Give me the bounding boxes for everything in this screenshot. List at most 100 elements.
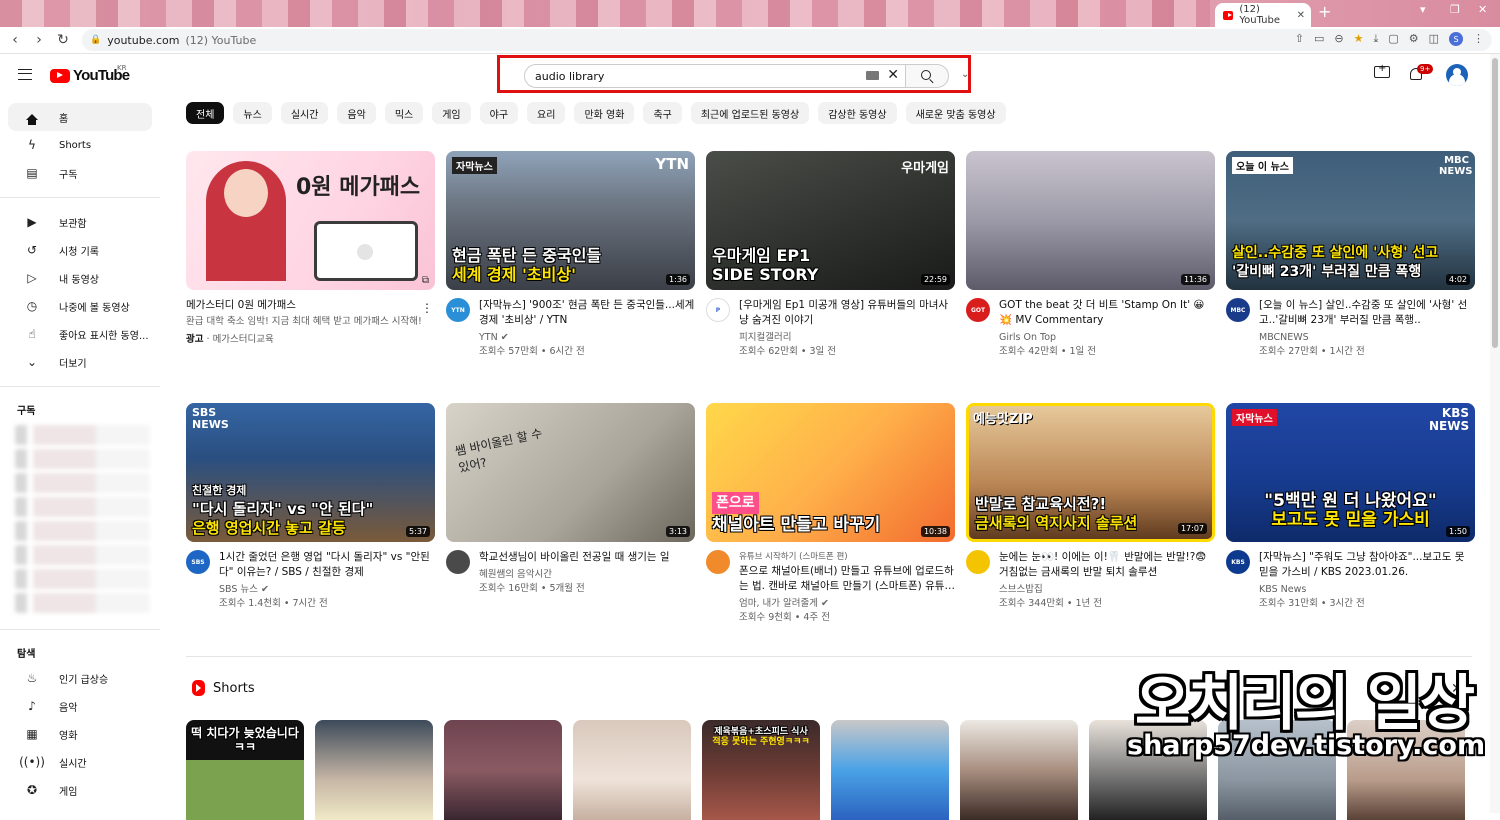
- ad-video-card[interactable]: 0원 메가패스 ⧉ 메가스터디 0원 메가패스 환급 대학 축소 임박! 지금 …: [186, 151, 435, 359]
- download-icon[interactable]: ⤓: [1373, 32, 1378, 46]
- video-title[interactable]: [오늘 이 뉴스] 살인..수감중 또 살인에 '사형' 선고..'갈비뼈 23…: [1259, 298, 1475, 328]
- chip-live[interactable]: 실시간: [280, 102, 329, 124]
- video-title[interactable]: 폰으로 채널아트(배너) 만들고 유튜브에 업로드하는 법. 캔바로 채널아트 …: [739, 564, 955, 594]
- sidebar-item-music[interactable]: ♪ 음악: [8, 692, 152, 720]
- channel-avatar[interactable]: P: [706, 298, 730, 322]
- clear-search-icon[interactable]: ✕: [887, 67, 899, 83]
- video-thumbnail[interactable]: 예능맛ZIP 반말로 참교육시전?! 금새록의 역지사지 솔루션 17:07: [966, 403, 1215, 542]
- video-card[interactable]: 자막뉴스 YTN 현금 폭탄 든 중국인들 세계 경제 '초비상' 1:36 Y…: [446, 151, 695, 359]
- channel-avatar[interactable]: YTN: [446, 298, 470, 322]
- search-input[interactable]: audio library ✕: [524, 64, 906, 88]
- video-card[interactable]: SBS NEWS 친절한 경제 "다시 돌리자" vs "안 된다" 은행 영업…: [186, 403, 435, 625]
- video-card[interactable]: 우마게임 우마게임 EP1 SIDE STORY 22:59 P [우마게임 E…: [706, 151, 955, 359]
- sidebar-item-live[interactable]: ((•)) 실시간: [8, 748, 152, 776]
- video-title[interactable]: [자막뉴스] "주워도 그냥 참아야죠"...보고도 못 믿을 가스비 / KB…: [1259, 550, 1475, 580]
- address-bar[interactable]: 🔒 youtube.com (12) YouTube ⇧ ▭ ⊖ ★ ⤓ ▢ ⚙…: [82, 29, 1492, 51]
- channel-name[interactable]: MBCNEWS: [1259, 331, 1475, 345]
- window-restore-icon[interactable]: ❐: [1450, 3, 1460, 16]
- share-icon[interactable]: ⇧: [1295, 32, 1304, 46]
- scrollbar-thumb[interactable]: [1492, 58, 1498, 348]
- sidebar-item-gaming[interactable]: ✪ 게임: [8, 776, 152, 804]
- channel-name[interactable]: SBS 뉴스 ✔: [219, 583, 435, 597]
- subscription-channel[interactable]: [15, 545, 150, 565]
- video-card[interactable]: 쌤 바이올린 할 수 있어? 3:13 학교선생님이 바이올린 전공일 때 생기…: [446, 403, 695, 625]
- video-title[interactable]: GOT the beat 갓 더 비트 'Stamp On It' 😀💥 MV …: [999, 298, 1215, 328]
- video-thumbnail[interactable]: SBS NEWS 친절한 경제 "다시 돌리자" vs "안 된다" 은행 영업…: [186, 403, 435, 542]
- sidebar-item-home[interactable]: 홈: [8, 103, 152, 131]
- video-title[interactable]: 메가스터디 0원 메가패스: [186, 298, 435, 313]
- page-scrollbar[interactable]: [1490, 54, 1500, 813]
- video-title[interactable]: 눈에는 눈👀! 이에는 이!🦷 반말에는 반말!?😨 거침없는 금새록의 반말 …: [999, 550, 1215, 580]
- sidebar-item-watch-later[interactable]: ◷ 나중에 볼 동영상: [8, 292, 152, 320]
- short-thumbnail[interactable]: [315, 720, 433, 820]
- chip-news[interactable]: 뉴스: [233, 102, 272, 124]
- channel-name[interactable]: 엄마, 내가 알려줄게 ✔: [739, 597, 955, 611]
- short-thumbnail[interactable]: 제육볶음+초스피드 식사 적응 못하는 주현영ㅋㅋㅋ: [702, 720, 820, 820]
- channel-name[interactable]: 스브스밥집: [999, 583, 1215, 597]
- subscription-channel[interactable]: [15, 449, 150, 469]
- video-thumbnail[interactable]: 오늘 이 뉴스 MBC NEWS 살인..수감중 또 살인에 '사형' 선고 '…: [1226, 151, 1475, 290]
- chip-cooking[interactable]: 요리: [527, 102, 566, 124]
- video-thumbnail[interactable]: 자막뉴스 YTN 현금 폭탄 든 중국인들 세계 경제 '초비상' 1:36: [446, 151, 695, 290]
- chip-all[interactable]: 전체: [186, 102, 225, 124]
- chip-gaming[interactable]: 게임: [432, 102, 471, 124]
- window-close-icon[interactable]: ✕: [1478, 3, 1487, 16]
- sidebar-item-show-more[interactable]: ⌄ 더보기: [8, 348, 152, 376]
- media-icon[interactable]: ▢: [1388, 32, 1398, 46]
- video-title[interactable]: 학교선생님이 바이올린 전공일 때 생기는 일: [479, 550, 695, 565]
- video-title[interactable]: [우마게임 Ep1 미공개 영상] 유튜버들의 마녀사냥 숨겨진 이야기: [739, 298, 955, 328]
- subscription-channel[interactable]: [15, 497, 150, 517]
- chip-baseball[interactable]: 야구: [479, 102, 519, 124]
- sidebar-item-shorts[interactable]: ϟ Shorts: [8, 131, 152, 159]
- channel-avatar[interactable]: SBS: [186, 550, 210, 574]
- channel-avatar[interactable]: GOT: [966, 298, 990, 322]
- channel-name[interactable]: 혜원쌤의 음악시간: [479, 568, 695, 582]
- profile-avatar[interactable]: S: [1449, 32, 1463, 46]
- channel-name[interactable]: KBS News: [1259, 583, 1475, 597]
- channel-avatar[interactable]: [706, 550, 730, 574]
- chip-animation[interactable]: 만화 영화: [574, 102, 635, 124]
- new-tab-button[interactable]: +: [1318, 2, 1331, 21]
- subscription-channel[interactable]: [15, 569, 150, 589]
- chip-new-to-you[interactable]: 새로운 맞춤 동영상: [905, 102, 1006, 124]
- ad-channel[interactable]: 메가스터디교육: [213, 334, 274, 345]
- chip-watched[interactable]: 감상한 동영상: [818, 102, 897, 124]
- video-card[interactable]: 예능맛ZIP 반말로 참교육시전?! 금새록의 역지사지 솔루션 17:07 눈…: [966, 403, 1215, 625]
- chip-mix[interactable]: 믹스: [384, 102, 424, 124]
- channel-name[interactable]: 피지컬갤러리: [739, 331, 955, 345]
- video-thumbnail[interactable]: 폰으로 채널아트 만들고 바꾸기 10:38: [706, 403, 955, 542]
- chip-recently-uploaded[interactable]: 최근에 업로드된 동영상: [690, 102, 810, 124]
- extensions-icon[interactable]: ⚙: [1409, 32, 1419, 46]
- video-thumbnail[interactable]: 쌤 바이올린 할 수 있어? 3:13: [446, 403, 695, 542]
- video-thumbnail[interactable]: 자막뉴스 KBS NEWS "5백만 원 더 나왔어요" 보고도 못 믿을 가스…: [1226, 403, 1475, 542]
- sidebar-item-trending[interactable]: ♨ 인기 급상승: [8, 664, 152, 692]
- video-thumbnail[interactable]: 0원 메가패스 ⧉: [186, 151, 435, 290]
- video-card[interactable]: 자막뉴스 KBS NEWS "5백만 원 더 나왔어요" 보고도 못 믿을 가스…: [1226, 403, 1475, 625]
- channel-name[interactable]: Girls On Top: [999, 331, 1215, 345]
- sidebar-item-liked-videos[interactable]: ☝ 좋아요 표시한 동영...: [8, 320, 152, 348]
- channel-avatar[interactable]: KBS: [1226, 550, 1250, 574]
- forward-icon[interactable]: ›: [27, 32, 51, 48]
- zoom-icon[interactable]: ⊖: [1334, 32, 1343, 46]
- search-button[interactable]: [905, 64, 949, 88]
- account-avatar[interactable]: [1446, 64, 1468, 86]
- chip-soccer[interactable]: 축구: [643, 102, 682, 124]
- external-link-icon[interactable]: ⧉: [422, 275, 429, 286]
- video-title[interactable]: 1시간 줄었던 은행 영업 "다시 돌리자" vs "안된다" 이유는? / S…: [219, 550, 435, 580]
- subscription-channel[interactable]: [15, 473, 150, 493]
- channel-name[interactable]: YTN ✔: [479, 331, 695, 345]
- side-panel-icon[interactable]: ◫: [1429, 32, 1439, 46]
- create-video-icon[interactable]: [1374, 63, 1390, 78]
- active-browser-tab[interactable]: (12) YouTube ✕: [1215, 3, 1311, 27]
- video-thumbnail[interactable]: 우마게임 우마게임 EP1 SIDE STORY 22:59: [706, 151, 955, 290]
- short-thumbnail[interactable]: [444, 720, 562, 820]
- subscription-channel[interactable]: [15, 425, 150, 445]
- channel-avatar[interactable]: [966, 550, 990, 574]
- menu-icon[interactable]: [18, 69, 32, 80]
- sidebar-item-library[interactable]: ▶ 보관함: [8, 208, 152, 236]
- sidebar-item-subscriptions[interactable]: ▤ 구독: [8, 159, 152, 187]
- keyboard-icon[interactable]: [866, 71, 879, 80]
- tab-close-icon[interactable]: ✕: [1297, 10, 1305, 21]
- sidebar-item-my-videos[interactable]: ▷ 내 동영상: [8, 264, 152, 292]
- reload-icon[interactable]: ↻: [51, 32, 75, 48]
